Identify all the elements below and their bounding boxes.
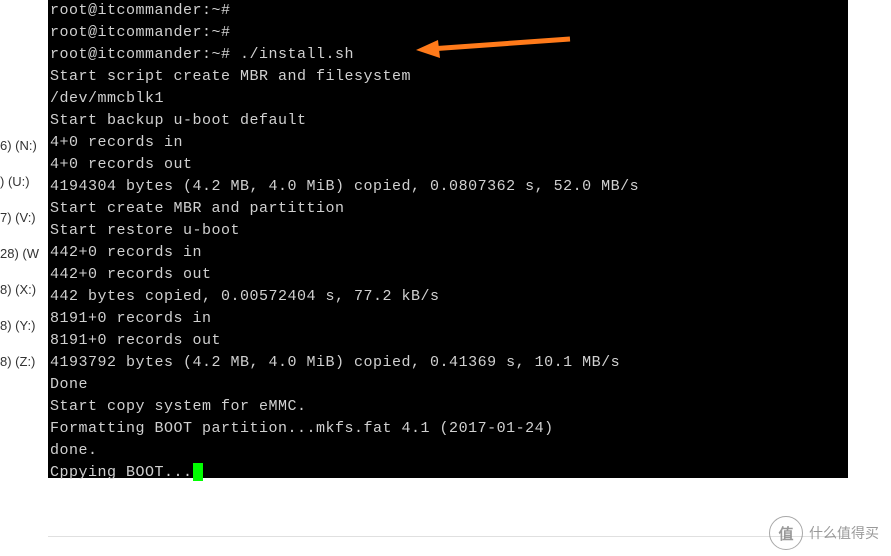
terminal-line: root@itcommander:~# (50, 0, 846, 22)
sidebar-item-v[interactable]: 7) (V:) (0, 210, 36, 225)
watermark-text: 什么值得买 (809, 523, 879, 543)
divider (48, 536, 848, 537)
terminal-line: done. (50, 440, 846, 462)
sidebar-item-u[interactable]: ) (U:) (0, 174, 30, 189)
watermark: 值 什么值得买 (769, 516, 879, 550)
terminal-line: 4+0 records in (50, 132, 846, 154)
watermark-badge-icon: 值 (769, 516, 803, 550)
terminal-line: 4+0 records out (50, 154, 846, 176)
terminal-line: 8191+0 records in (50, 308, 846, 330)
sidebar-item-z[interactable]: 8) (Z:) (0, 354, 35, 369)
terminal-line: Formatting BOOT partition...mkfs.fat 4.1… (50, 418, 846, 440)
terminal-line: 8191+0 records out (50, 330, 846, 352)
terminal-window[interactable]: root@itcommander:~# root@itcommander:~# … (48, 0, 848, 478)
terminal-cursor (193, 463, 203, 481)
terminal-line: Cppying BOOT... (50, 462, 846, 484)
terminal-line: root@itcommander:~# ./install.sh (50, 44, 846, 66)
sidebar-item-x[interactable]: 8) (X:) (0, 282, 36, 297)
sidebar-item-w[interactable]: 28) (W (0, 246, 39, 261)
terminal-line: 4193792 bytes (4.2 MB, 4.0 MiB) copied, … (50, 352, 846, 374)
terminal-line: Start create MBR and partittion (50, 198, 846, 220)
terminal-line: Done (50, 374, 846, 396)
terminal-line: 442+0 records out (50, 264, 846, 286)
terminal-line: 442 bytes copied, 0.00572404 s, 77.2 kB/… (50, 286, 846, 308)
terminal-line: Start script create MBR and filesystem (50, 66, 846, 88)
terminal-line: 442+0 records in (50, 242, 846, 264)
terminal-line: root@itcommander:~# (50, 22, 846, 44)
sidebar-drive-list: 6) (N:) ) (U:) 7) (V:) 28) (W 8) (X:) 8)… (0, 0, 48, 556)
sidebar-item-y[interactable]: 8) (Y:) (0, 318, 35, 333)
sidebar-item-n[interactable]: 6) (N:) (0, 138, 37, 153)
terminal-line: 4194304 bytes (4.2 MB, 4.0 MiB) copied, … (50, 176, 846, 198)
terminal-line: Start copy system for eMMC. (50, 396, 846, 418)
terminal-line: /dev/mmcblk1 (50, 88, 846, 110)
terminal-line: Start backup u-boot default (50, 110, 846, 132)
terminal-line: Start restore u-boot (50, 220, 846, 242)
